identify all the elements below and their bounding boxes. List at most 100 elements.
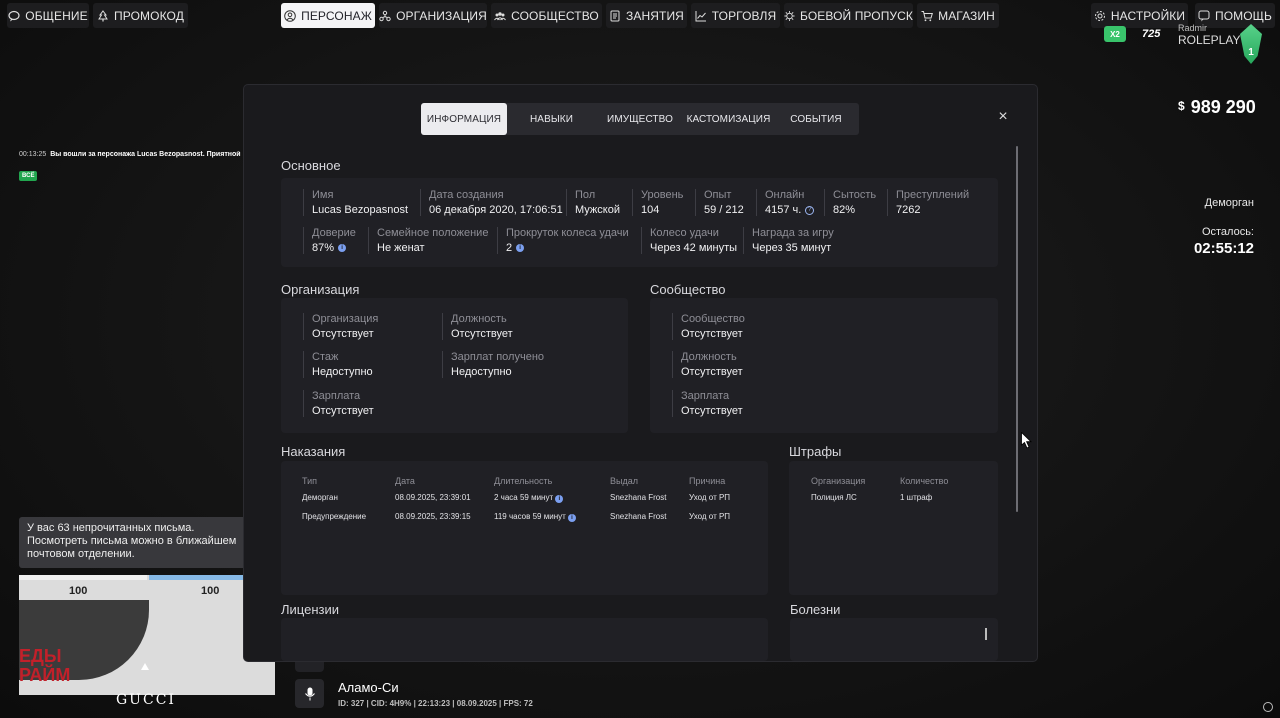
online-info-icon[interactable]: ?	[805, 205, 815, 215]
book-icon	[610, 10, 620, 21]
field-label: Зарплат получено	[451, 351, 545, 363]
field-crimes: Преступлений 7262	[887, 189, 969, 216]
cell: Snezhana Frost	[610, 512, 667, 521]
nav-activities-tab[interactable]: ЗАНЯТИЯ	[606, 3, 687, 28]
modal-tabs: ИНФОРМАЦИЯ НАВЫКИ ИМУЩЕСТВО КАСТОМИЗАЦИЯ…	[421, 103, 859, 135]
nav-character-tab[interactable]: ПЕРСОНАЖ	[281, 3, 375, 28]
nav-chat-button[interactable]: ОБЩЕНИЕ	[7, 3, 89, 28]
field-value-text: 87%	[312, 242, 335, 254]
nav-battlepass-tab[interactable]: БОЕВОЙ ПРОПУСК	[784, 3, 913, 28]
field-value: 7262	[896, 204, 969, 216]
chart-icon	[695, 10, 706, 21]
server-brand-top: Radmir	[1178, 23, 1208, 33]
field-value: Отсутствует	[681, 366, 743, 378]
close-icon[interactable]: ×	[995, 109, 1011, 125]
field-label: Онлайн	[765, 189, 805, 201]
field-label: Сытость	[833, 189, 877, 201]
field-label: Зарплата	[681, 390, 730, 402]
map-sign: ЕДЫ РАЙМ	[19, 646, 71, 685]
community-section-title: Сообщество	[650, 282, 726, 297]
tab-skills[interactable]: НАВЫКИ	[507, 103, 596, 135]
nav-shop-tab[interactable]: МАГАЗИН	[917, 3, 999, 28]
chat-filter-tag[interactable]: ВСЁ	[19, 171, 38, 181]
server-number: 725	[1142, 28, 1161, 40]
duration-info-icon[interactable]: i	[555, 494, 564, 503]
punishments-section-title: Наказания	[281, 444, 346, 459]
map-store-label: GUCCI	[116, 692, 176, 708]
field-label: Зарплата	[312, 390, 361, 402]
nav-community-tab[interactable]: СООБЩЕСТВО	[491, 3, 602, 28]
field-label: Сообщество	[681, 313, 745, 325]
tab-information[interactable]: ИНФОРМАЦИЯ	[421, 103, 507, 135]
punishments-table: Тип Дата Длительность Выдал Причина Демо…	[302, 474, 749, 526]
field-value: Отсутствует	[312, 328, 374, 340]
field-created: Дата создания 06 декабря 2020, 17:06:51	[420, 189, 563, 216]
main-info-card: Имя Lucas Bezopasnost Дата создания 06 д…	[281, 178, 998, 267]
event-name: Деморган	[1204, 197, 1254, 209]
field-value-text: Через 42 минуты	[650, 242, 738, 254]
modal-scrollbar[interactable]	[1016, 146, 1018, 512]
cart-icon	[921, 10, 934, 21]
money-amount: 989 290	[1190, 97, 1256, 117]
event-time: 02:55:12	[1193, 240, 1254, 257]
field-reward: Награда за игру Через 35 минут	[743, 227, 834, 254]
field-value: Через 35 минут	[752, 242, 834, 254]
community-icon	[494, 11, 507, 20]
health-bar	[19, 575, 147, 580]
field-value: Отсутствует	[681, 328, 743, 340]
field-value-text: 82%	[833, 204, 856, 216]
field-value: Недоступно	[312, 366, 373, 378]
fines-card: Организация Количество Полиция ЛС 1 штра…	[789, 461, 998, 595]
cell: 1 штраф	[900, 493, 933, 502]
org-position-field: Должность Отсутствует	[442, 313, 513, 340]
field-label: Награда за игру	[752, 227, 834, 239]
settings-icon	[1094, 10, 1105, 21]
character-modal: ИНФОРМАЦИЯ НАВЫКИ ИМУЩЕСТВО КАСТОМИЗАЦИЯ…	[244, 85, 1037, 661]
nav-organization-tab[interactable]: ОРГАНИЗАЦИЯ	[379, 3, 487, 28]
field-label: Колесо удачи	[650, 227, 719, 239]
tab-property[interactable]: ИМУЩЕСТВО	[596, 103, 684, 135]
gear-badge-icon	[784, 10, 795, 21]
cell-duration: 2 часа 59 минут i	[494, 488, 610, 507]
field-value: 4157 ч.?	[765, 204, 815, 216]
field-value: Мужской	[575, 204, 620, 216]
health-value: 100	[69, 585, 88, 597]
microphone-button[interactable]	[295, 679, 324, 708]
nav-label: ПРОМОКОД	[114, 8, 184, 23]
field-label: Преступлений	[896, 189, 970, 201]
org-salaries-field: Зарплат получено Недоступно	[442, 351, 544, 378]
diseases-scrollbar[interactable]	[985, 628, 987, 640]
field-label: Пол	[575, 189, 596, 201]
col-count: Количество	[900, 476, 949, 486]
field-value-text: 104	[641, 204, 660, 216]
organization-section-title: Организация	[281, 282, 360, 297]
nav-label: ТОРГОВЛЯ	[711, 8, 777, 23]
field-value-text: Не женат	[377, 242, 425, 254]
gem-icon: 1	[1240, 24, 1262, 64]
settings-corner-icon[interactable]	[1263, 702, 1273, 712]
cell: 08.09.2025, 23:39:15	[395, 512, 471, 521]
field-value: 87% i	[312, 242, 356, 254]
nav-label: БОЕВОЙ ПРОПУСК	[800, 8, 913, 23]
duration-info-icon[interactable]: i	[568, 513, 577, 522]
field-value: Отсутствует	[681, 405, 743, 417]
tab-events[interactable]: СОБЫТИЯ	[773, 103, 859, 135]
nav-trade-tab[interactable]: ТОРГОВЛЯ	[691, 3, 780, 28]
nav-label: СООБЩЕСТВО	[511, 8, 599, 23]
diseases-card	[790, 618, 998, 661]
field-label: Должность	[681, 351, 737, 363]
table-header-row: Тип Дата Длительность Выдал Причина	[302, 474, 749, 488]
field-trust: Доверие 87% i	[303, 227, 356, 254]
cell: Полиция ЛС	[811, 493, 857, 502]
trust-info-icon[interactable]: i	[338, 244, 347, 252]
field-value: 82%	[833, 204, 876, 216]
field-label: Организация	[312, 313, 379, 325]
spins-info-icon[interactable]: i	[516, 244, 525, 252]
nav-promocode-button[interactable]: ПРОМОКОД	[93, 3, 188, 28]
field-value: Отсутствует	[312, 405, 374, 417]
tab-customization[interactable]: КАСТОМИЗАЦИЯ	[684, 103, 773, 135]
money-currency: $	[1178, 99, 1185, 113]
cell: Уход от РП	[689, 512, 731, 521]
field-label: Уровень	[641, 189, 684, 201]
event-left-label: Осталось:	[1201, 226, 1254, 238]
